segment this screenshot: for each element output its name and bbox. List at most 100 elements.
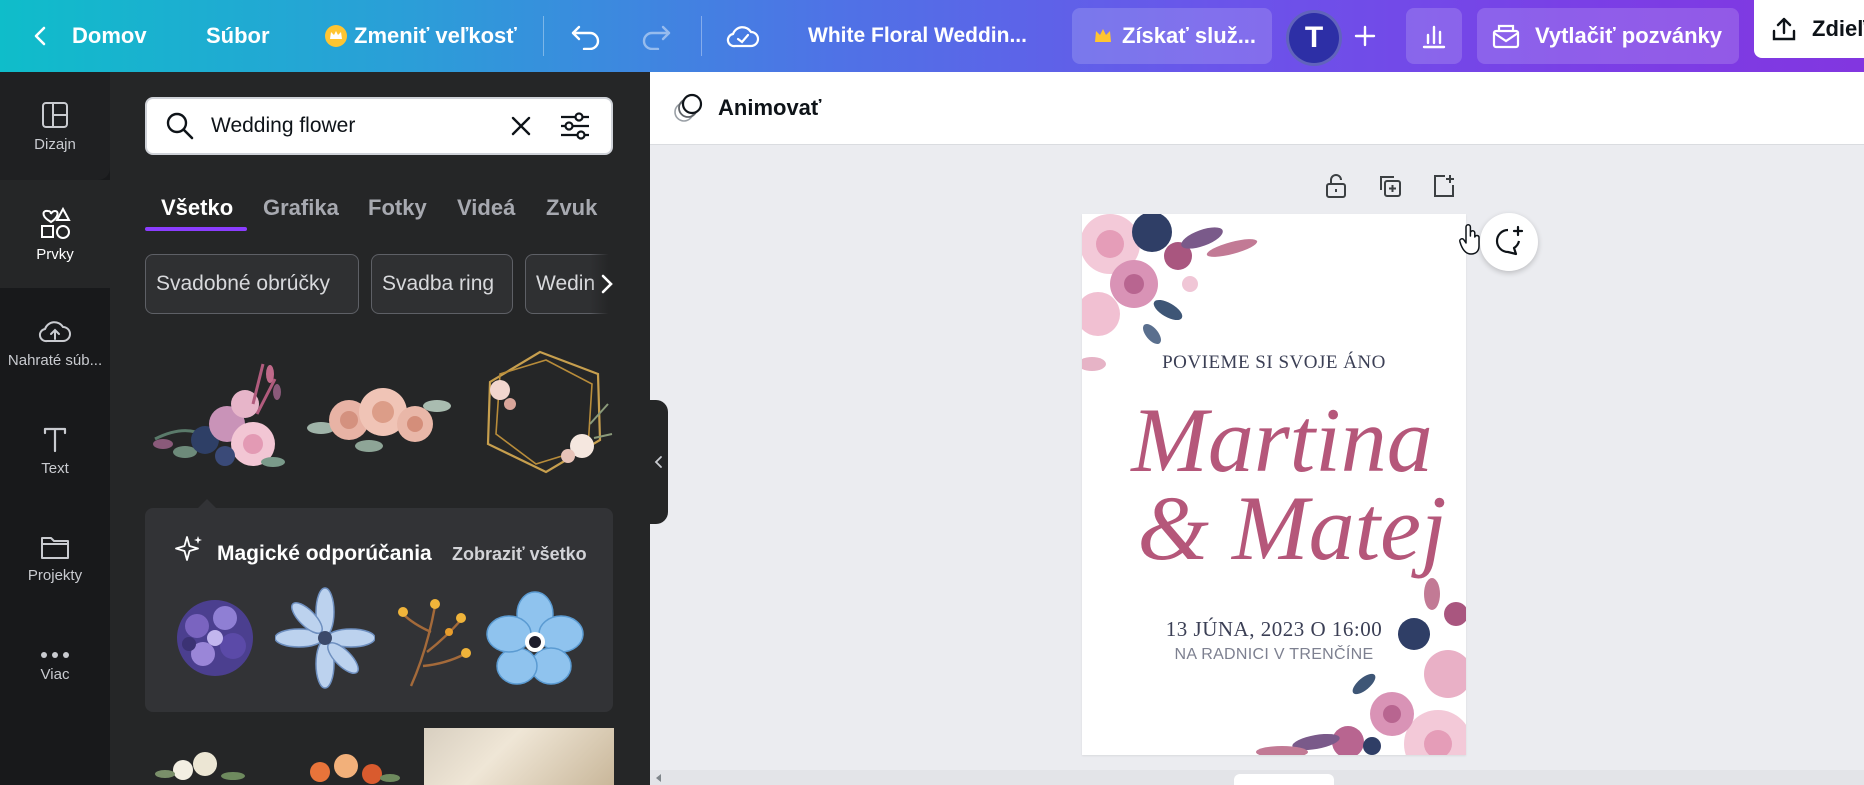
rail-item-uploads[interactable]: Nahraté súb... (0, 288, 110, 396)
floral-graphic[interactable] (290, 732, 410, 785)
upgrade-button[interactable]: Získať služ... (1072, 8, 1272, 64)
cloud-upload-icon (38, 320, 71, 342)
undo-button[interactable] (570, 0, 602, 72)
bottom-floral-decoration (1256, 578, 1466, 755)
duplicate-page-button[interactable] (1374, 170, 1406, 202)
collapse-panel-button[interactable] (648, 400, 668, 524)
envelope-icon (1492, 24, 1520, 49)
redo-button[interactable] (640, 0, 672, 72)
duplicate-icon (1380, 176, 1401, 197)
save-status-button[interactable] (726, 0, 760, 72)
avatar-letter: T (1304, 21, 1324, 54)
floral-bouquet-graphic[interactable] (145, 344, 291, 484)
suggestion-chip[interactable]: Svadobné obrúčky (145, 254, 359, 314)
search-box[interactable]: Wedding flower (145, 97, 613, 155)
top-toolbar: Domov Súbor Zmeniť veľkosť White Floral … (0, 0, 1864, 72)
blue-flower-graphic[interactable] (275, 586, 375, 690)
horizontal-scrollbar[interactable] (650, 770, 1864, 785)
design-title-text: White Floral Weddin... (808, 24, 1027, 47)
chevron-left-icon (654, 456, 662, 468)
animate-button[interactable]: Animovať (672, 72, 821, 144)
yellow-berry-branch-graphic[interactable] (391, 590, 475, 690)
crown-icon (325, 25, 347, 47)
unlock-icon (1326, 174, 1346, 198)
rail-label: Projekty (27, 566, 83, 584)
name-1: Martina (1129, 389, 1433, 491)
magic-recommendations-card: Magické odporúčania Zobraziť všetko (145, 508, 613, 712)
text-icon (43, 427, 67, 452)
purple-hydrangea-graphic[interactable] (167, 590, 263, 686)
invite-button[interactable] (1348, 0, 1382, 72)
animate-label: Animovať (718, 95, 822, 120)
chips-scroll-right-button[interactable] (590, 254, 624, 314)
flowers-photo[interactable] (424, 728, 614, 785)
divider (701, 16, 702, 56)
chevron-right-icon (601, 274, 613, 294)
gold-geometric-frame-graphic[interactable] (470, 344, 618, 480)
tab-all[interactable]: Všetko (161, 184, 233, 232)
layout-icon (42, 101, 68, 128)
hand-cursor-icon (1459, 224, 1480, 255)
pink-roses-graphic[interactable] (305, 372, 453, 458)
add-comment-button[interactable] (1480, 213, 1538, 271)
resize-button[interactable]: Zmeniť veľkosť (324, 0, 517, 72)
light-blue-flower-graphic[interactable] (485, 590, 585, 690)
sparkle-icon (175, 536, 202, 561)
avatar[interactable]: T (1286, 10, 1342, 66)
add-page-icon (1434, 175, 1454, 197)
redo-icon (642, 25, 671, 50)
rail-label: Nahraté súb... (7, 351, 103, 369)
rail-item-text[interactable]: Text (0, 396, 110, 504)
print-invitations-button[interactable]: Vytlačiť pozvánky (1477, 8, 1739, 64)
top-floral-decoration (1082, 214, 1258, 371)
share-label: Zdieľ (1812, 16, 1864, 41)
scroll-left-icon (656, 774, 661, 782)
scrollbar-thumb[interactable] (1234, 774, 1334, 785)
folder-icon (41, 536, 69, 559)
suggestion-chip[interactable]: Svadba ring (371, 254, 513, 314)
tab-photos[interactable]: Fotky (368, 184, 427, 232)
more-icon (41, 651, 69, 658)
elements-icon (41, 206, 71, 239)
couple-names-script: Martina & Matej (1129, 389, 1446, 579)
rail-label: Prvky (36, 245, 74, 263)
filter-sliders-icon[interactable] (559, 111, 591, 141)
comment-add-icon (1495, 225, 1524, 256)
rail-label: Text (41, 459, 69, 477)
design-title[interactable]: White Floral Weddin... (808, 0, 1027, 72)
active-tab-indicator (145, 227, 247, 231)
tab-videos[interactable]: Videá (457, 184, 515, 232)
plus-icon (1354, 25, 1376, 47)
tab-graphics[interactable]: Grafika (263, 184, 339, 232)
file-menu-button[interactable]: Súbor (206, 0, 270, 72)
home-label: Domov (72, 23, 147, 48)
see-all-link[interactable]: Zobraziť všetko (452, 544, 587, 565)
floral-graphic[interactable] (145, 724, 265, 784)
animate-icon (674, 93, 703, 122)
editor-toolbar: Animovať (650, 72, 1864, 145)
rail-item-elements[interactable]: Prvky (0, 180, 110, 288)
share-button[interactable]: Zdieľ (1754, 0, 1864, 58)
share-upload-icon (1772, 17, 1796, 41)
search-icon (166, 112, 194, 140)
rail-item-design[interactable]: Dizajn (0, 72, 110, 180)
magic-title: Magické odporúčania (217, 542, 432, 565)
tab-audio[interactable]: Zvuk (546, 184, 597, 232)
bar-chart-icon (1422, 25, 1446, 49)
crown-icon (1095, 29, 1111, 42)
undo-icon (571, 25, 600, 50)
back-home-button[interactable]: Domov (30, 0, 147, 72)
print-label: Vytlačiť pozvánky (1535, 23, 1723, 48)
file-label: Súbor (206, 23, 270, 48)
elements-panel: Wedding flower Všetko Grafika Fotky Vide… (110, 72, 650, 785)
rail-item-more[interactable]: Viac (0, 612, 110, 720)
rail-item-projects[interactable]: Projekty (0, 504, 110, 612)
rail-label: Viac (40, 665, 70, 683)
invitation-heading: POVIEME SI SVOJE ÁNO (1162, 352, 1386, 373)
lock-page-button[interactable] (1320, 170, 1352, 202)
add-page-button[interactable] (1428, 170, 1460, 202)
search-input[interactable]: Wedding flower (211, 114, 355, 138)
insights-button[interactable] (1406, 8, 1462, 64)
invitation-page[interactable]: POVIEME SI SVOJE ÁNO Martina & Matej 13 … (1082, 214, 1466, 755)
clear-search-icon[interactable] (509, 114, 533, 138)
